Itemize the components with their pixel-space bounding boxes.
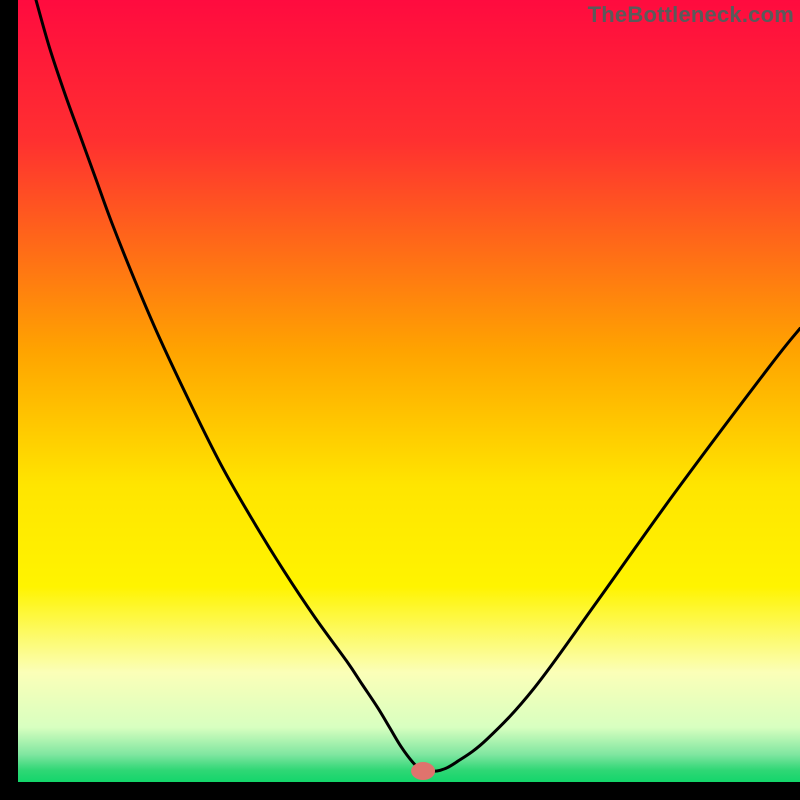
bottleneck-chart [0,0,800,800]
plot-area [18,0,800,782]
watermark-text: TheBottleneck.com [588,2,794,28]
y-axis-border [0,0,18,800]
chart-container: TheBottleneck.com [0,0,800,800]
x-axis-border [0,782,800,800]
optimal-point-marker [411,762,435,780]
